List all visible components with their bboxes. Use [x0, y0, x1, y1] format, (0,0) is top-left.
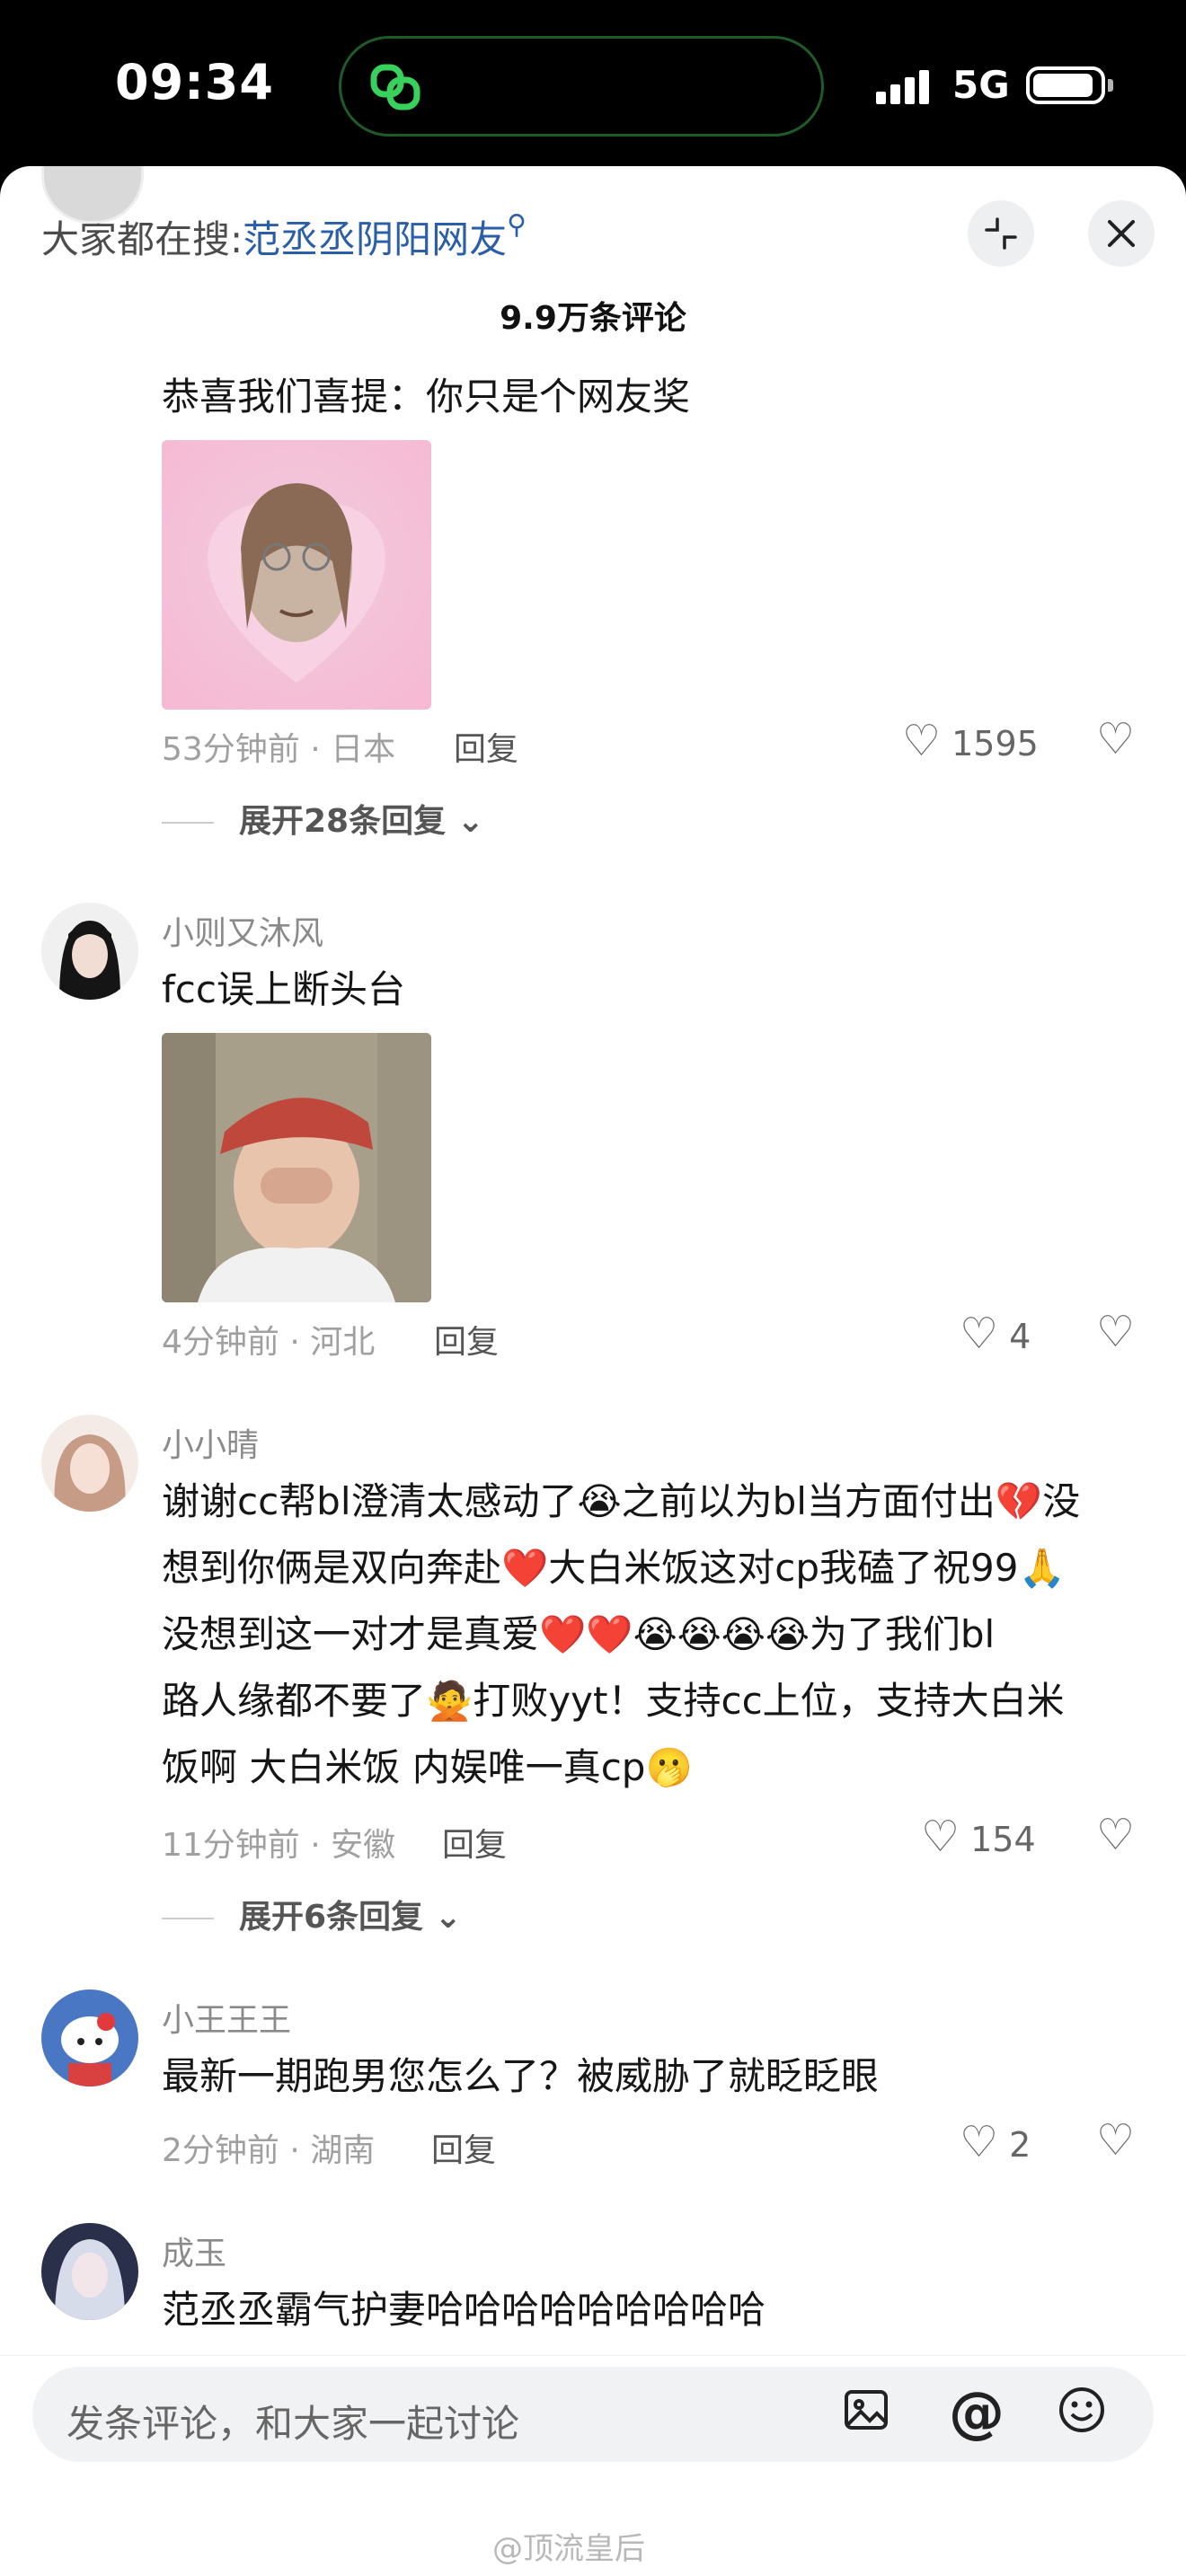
like-count: 4 [1009, 1317, 1031, 1356]
comment-sheet: 大家都在搜:范丞丞阴阳网友⚲ 9.9万条评论 恭喜我们喜提：你只是个网友奖 53… [0, 166, 1186, 2576]
avatar-image [41, 1415, 138, 1512]
watermark: @顶流皇后 [492, 2531, 645, 2567]
comment-text: 最新一期跑男您怎么了？被威胁了就眨眨眼 [162, 2054, 880, 2098]
comment-text-line: 饭啊 大白米饭 内娱唯一真cp🫢 [162, 1745, 693, 1789]
comment-meta: 53分钟前 · 日本 [162, 731, 396, 768]
comment-text: 范丞丞霸气护妻哈哈哈哈哈哈哈哈哈 [162, 2288, 766, 2332]
username[interactable]: 小则又沐风 [162, 907, 323, 954]
divider [162, 1918, 214, 1919]
comment-input-bar: 发条评论，和大家一起讨论 @ [0, 2355, 1186, 2462]
avatar-image [41, 1989, 138, 2086]
comment-meta: 11分钟前 · 安徽 [162, 1827, 396, 1864]
input-placeholder: 发条评论，和大家一起讨论 [66, 2402, 520, 2446]
username[interactable]: 成玉 [162, 2228, 226, 2274]
like-count: 154 [970, 1820, 1036, 1859]
search-keyword[interactable]: 范丞丞阴阳网友 [243, 217, 507, 261]
network-type: 5G [952, 63, 1010, 107]
collapse-icon [985, 217, 1017, 250]
avatar[interactable] [41, 903, 138, 1000]
signal-icon [876, 70, 934, 104]
like-button[interactable]: ♡ 2 [960, 2117, 1031, 2167]
photo-image [162, 1033, 431, 1302]
collapse-button[interactable] [968, 200, 1034, 267]
battery-tip [1108, 79, 1113, 92]
expand-replies-button[interactable]: 展开28条回复 ⌄ [162, 795, 484, 842]
heart-icon: ♡ [960, 1309, 999, 1359]
dynamic-island [339, 36, 824, 137]
link-icon [370, 64, 420, 110]
heart-frame-image [208, 483, 385, 683]
comment-text-line: 没想到这一对才是真爱❤️❤️😭😭😭😭为了我们bl [162, 1612, 996, 1656]
search-prefix: 大家都在搜: [41, 217, 243, 261]
reply-button[interactable]: 回复 [454, 723, 518, 770]
comment-image[interactable] [162, 1033, 431, 1302]
expand-replies-button[interactable]: 展开6条回复 ⌄ [162, 1891, 462, 1937]
heart-icon: ♡ [921, 1812, 960, 1862]
username[interactable]: 小小晴 [162, 1419, 259, 1466]
comment-text-line: 想到你俩是双向奔赴❤️大白米饭这对cp我磕了祝99🙏 [162, 1546, 1066, 1590]
divider [162, 822, 214, 824]
comment-text-line: 路人缘都不要了🙅打败yyt！支持cc上位，支持大白米 [162, 1679, 1065, 1723]
avatar[interactable] [41, 2223, 138, 2320]
status-time: 09:34 [115, 54, 274, 110]
search-icon: ⚲ [507, 209, 527, 241]
comment-meta: 2分钟前 · 湖南 [162, 2132, 376, 2169]
comment-meta: 4分钟前 · 河北 [162, 1324, 376, 1361]
dislike-icon[interactable]: ♡ [1096, 1307, 1135, 1357]
dislike-icon[interactable]: ♡ [1096, 1810, 1135, 1860]
like-button[interactable]: ♡ 1595 [902, 716, 1039, 766]
comment-image-sticker[interactable] [162, 440, 431, 710]
expand-label: 展开6条回复 [239, 1899, 424, 1936]
status-bar: 09:34 5G [0, 0, 1186, 166]
close-button[interactable] [1088, 200, 1155, 267]
comment-text: fcc误上断头台 [162, 967, 405, 1011]
reply-button[interactable]: 回复 [442, 1819, 507, 1866]
dislike-icon[interactable]: ♡ [1096, 2115, 1135, 2166]
avatar[interactable] [41, 1989, 138, 2086]
dislike-icon[interactable]: ♡ [1096, 714, 1135, 764]
close-icon [1108, 220, 1135, 247]
like-button[interactable]: ♡ 154 [921, 1812, 1036, 1862]
comment-count: 9.9万条评论 [500, 300, 686, 337]
avatar[interactable] [41, 1415, 138, 1512]
heart-icon: ♡ [960, 2117, 999, 2167]
reply-button[interactable]: 回复 [434, 1316, 499, 1363]
expand-label: 展开28条回复 [239, 803, 447, 840]
username[interactable]: 小王王王 [162, 1994, 291, 2041]
comment-text-line: 谢谢cc帮bl澄清太感动了😭之前以为bl当方面付出💔没 [162, 1479, 1081, 1523]
comment-text: 恭喜我们喜提：你只是个网友奖 [162, 375, 691, 419]
like-button[interactable]: ♡ 4 [960, 1309, 1031, 1359]
image-icon[interactable] [841, 2385, 891, 2448]
battery-icon [1026, 66, 1105, 104]
emoji-icon[interactable] [1057, 2385, 1107, 2448]
comment-input[interactable]: 发条评论，和大家一起讨论 @ [32, 2367, 1154, 2462]
reply-button[interactable]: 回复 [431, 2124, 496, 2171]
like-count: 1595 [951, 724, 1039, 763]
chevron-down-icon: ⌄ [434, 1899, 462, 1936]
at-icon[interactable]: @ [949, 2379, 1005, 2445]
avatar-image [41, 2223, 138, 2320]
chevron-down-icon: ⌄ [456, 803, 484, 840]
heart-icon: ♡ [902, 716, 942, 766]
like-count: 2 [1009, 2125, 1031, 2165]
avatar-image [41, 903, 138, 1000]
